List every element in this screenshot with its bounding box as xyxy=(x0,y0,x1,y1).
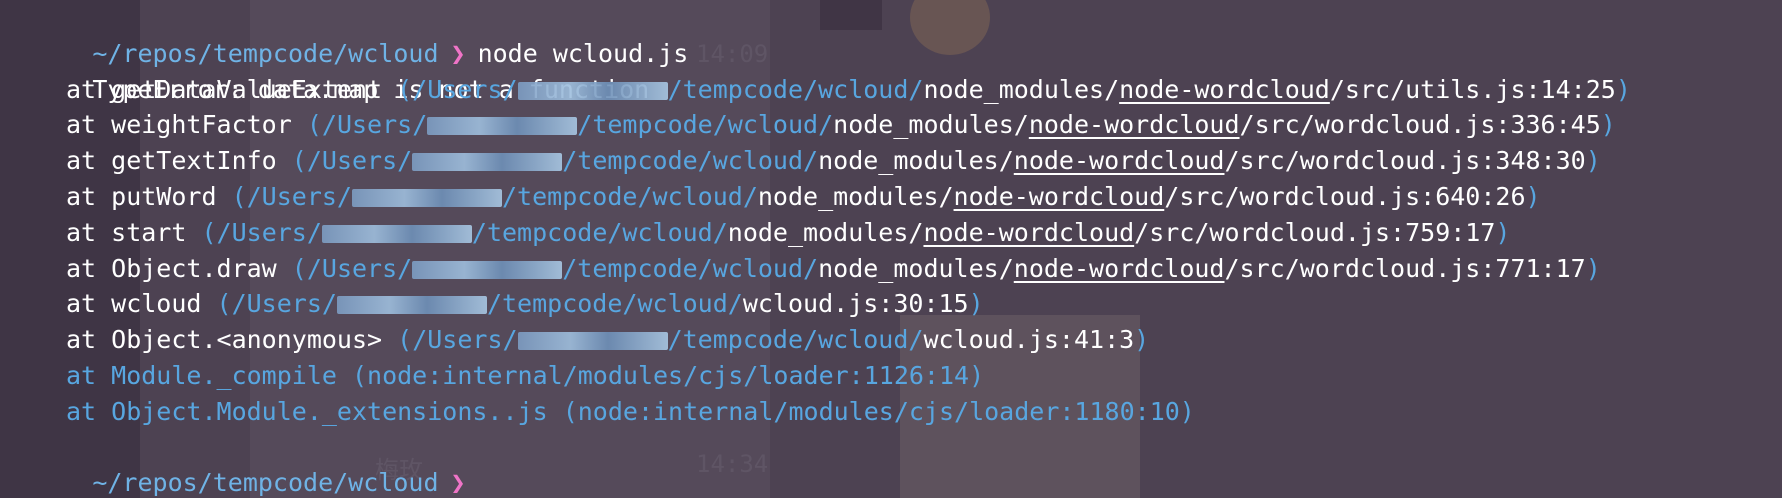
redacted-username xyxy=(412,153,563,172)
stack-path: /tempcode/wcloud/ xyxy=(471,217,728,247)
stack-frame-internal: at Module._compile (node:internal/module… xyxy=(2,358,1631,394)
stack-close: ) xyxy=(1615,74,1631,104)
stack-prefix: at xyxy=(66,181,112,211)
stack-close: ) xyxy=(1134,325,1150,355)
stack-users: (/Users/ xyxy=(397,325,518,355)
stack-package: node-wordcloud xyxy=(923,217,1135,247)
stack-file: /src/wordcloud.js:348:30 xyxy=(1224,146,1586,176)
stack-frame: at getDataValueExtent (/Users/ /tempcode/… xyxy=(2,72,1631,108)
stack-modules: node_modules/ xyxy=(757,181,954,211)
stack-frame: at Object.<anonymous> (/Users/ /tempcode/… xyxy=(2,322,1631,358)
stack-frame-internal: at Object.Module._extensions..js (node:i… xyxy=(2,394,1631,430)
stack-prefix: at xyxy=(66,289,112,319)
stack-file: /src/utils.js:14:25 xyxy=(1329,74,1616,104)
prompt-cwd: ~/repos/tempcode/wcloud xyxy=(92,468,439,498)
stack-modules: node_modules/ xyxy=(818,146,1014,176)
stack-path: /tempcode/wcloud/ xyxy=(502,181,758,211)
stack-prefix: at xyxy=(66,253,112,283)
stack-close: ) xyxy=(1600,110,1616,140)
redacted-username xyxy=(427,117,578,136)
stack-frame: at weightFactor (/Users/ /tempcode/wcloud… xyxy=(2,107,1631,143)
redacted-username xyxy=(336,296,487,315)
stack-users: (/Users/ xyxy=(231,181,352,211)
stack-frame: at putWord (/Users/ /tempcode/wcloud/node… xyxy=(2,179,1631,215)
stack-path: /tempcode/wcloud/ xyxy=(577,110,834,140)
stack-path: /tempcode/wcloud/ xyxy=(486,289,743,319)
stack-file: /src/wordcloud.js:640:26 xyxy=(1164,181,1526,211)
stack-modules: node_modules/ xyxy=(923,74,1120,104)
stack-fn: putWord xyxy=(111,181,217,211)
stack-package: node-wordcloud xyxy=(1013,146,1225,176)
stack-path: /tempcode/wcloud/ xyxy=(562,253,819,283)
stack-file: wcloud.js:30:15 xyxy=(742,289,969,319)
stack-users: (/Users/ xyxy=(306,110,428,140)
stack-users: (/Users/ xyxy=(291,253,413,283)
stack-close: ) xyxy=(1585,146,1601,176)
stack-close: ) xyxy=(1585,253,1601,283)
stack-file: /src/wordcloud.js:759:17 xyxy=(1134,217,1496,247)
redacted-username xyxy=(321,224,472,243)
stack-fn: start xyxy=(111,217,187,247)
stack-fn: Object.<anonymous> xyxy=(111,325,383,355)
stack-close: ) xyxy=(968,289,984,319)
stack-users: (/Users/ xyxy=(291,146,413,176)
stack-prefix: at xyxy=(66,217,112,247)
input-prompt-line[interactable]: ~/repos/tempcode/wcloud ❯ xyxy=(2,430,1631,497)
stack-users: (/Users/ xyxy=(216,289,337,319)
prompt-arrow-icon: ❯ xyxy=(450,468,466,498)
stack-prefix: at xyxy=(66,146,112,176)
prompt-cwd: ~/repos/tempcode/wcloud xyxy=(92,38,439,68)
stack-prefix: at xyxy=(66,74,112,104)
prompt-arrow-icon: ❯ xyxy=(450,38,466,68)
stack-path: /tempcode/wcloud/ xyxy=(667,74,924,104)
redacted-username xyxy=(352,188,502,207)
stack-file: wcloud.js:41:3 xyxy=(923,325,1135,355)
stack-frame: at start (/Users/ /tempcode/wcloud/node_m… xyxy=(2,215,1631,251)
redacted-username xyxy=(517,81,668,100)
stack-frame: at Object.draw (/Users/ /tempcode/wcloud/… xyxy=(2,251,1631,287)
stack-close: ) xyxy=(1495,217,1511,247)
stack-users: (/Users/ xyxy=(201,217,322,247)
command-text: node wcloud.js xyxy=(477,38,689,68)
stack-fn: Object.draw xyxy=(111,253,277,283)
stack-package: node-wordcloud xyxy=(953,181,1165,211)
stack-prefix: at xyxy=(66,110,112,140)
stack-file: /src/wordcloud.js:336:45 xyxy=(1239,110,1601,140)
stack-path: /tempcode/wcloud/ xyxy=(562,146,819,176)
stack-path: /tempcode/wcloud/ xyxy=(667,325,924,355)
stack-close: ) xyxy=(1525,181,1541,211)
stack-package: node-wordcloud xyxy=(1119,74,1330,104)
stack-fn: getDataValueExtent xyxy=(111,74,383,104)
stack-package: node-wordcloud xyxy=(1028,110,1240,140)
stack-modules: node_modules/ xyxy=(833,110,1029,140)
stack-users: (/Users/ xyxy=(397,74,518,104)
terminal-window[interactable]: 14:09 14:34 梅玫 ~/repos/tempcode/wcloud ❯ n… xyxy=(0,0,1782,498)
stack-frame: at getTextInfo (/Users/ /tempcode/wcloud/… xyxy=(2,143,1631,179)
stack-fn: weightFactor xyxy=(111,110,292,140)
stack-package: node-wordcloud xyxy=(1013,253,1225,283)
stack-fn: getTextInfo xyxy=(111,146,277,176)
stack-file: /src/wordcloud.js:771:17 xyxy=(1224,253,1586,283)
stack-internal-text: at Module._compile (node:internal/module… xyxy=(66,360,985,390)
stack-modules: node_modules/ xyxy=(818,253,1014,283)
stack-fn: wcloud xyxy=(111,289,202,319)
redacted-username xyxy=(517,332,668,351)
redacted-username xyxy=(412,260,563,279)
command-line: ~/repos/tempcode/wcloud ❯ node wcloud.js xyxy=(2,0,1631,68)
stack-internal-text: at Object.Module._extensions..js (node:i… xyxy=(66,396,1195,426)
terminal-output: ~/repos/tempcode/wcloud ❯ node wcloud.js T… xyxy=(2,0,1631,498)
stack-prefix: at xyxy=(66,325,112,355)
stack-modules: node_modules/ xyxy=(727,217,924,247)
stack-frame: at wcloud (/Users/ /tempcode/wcloud/wclou… xyxy=(2,286,1631,322)
